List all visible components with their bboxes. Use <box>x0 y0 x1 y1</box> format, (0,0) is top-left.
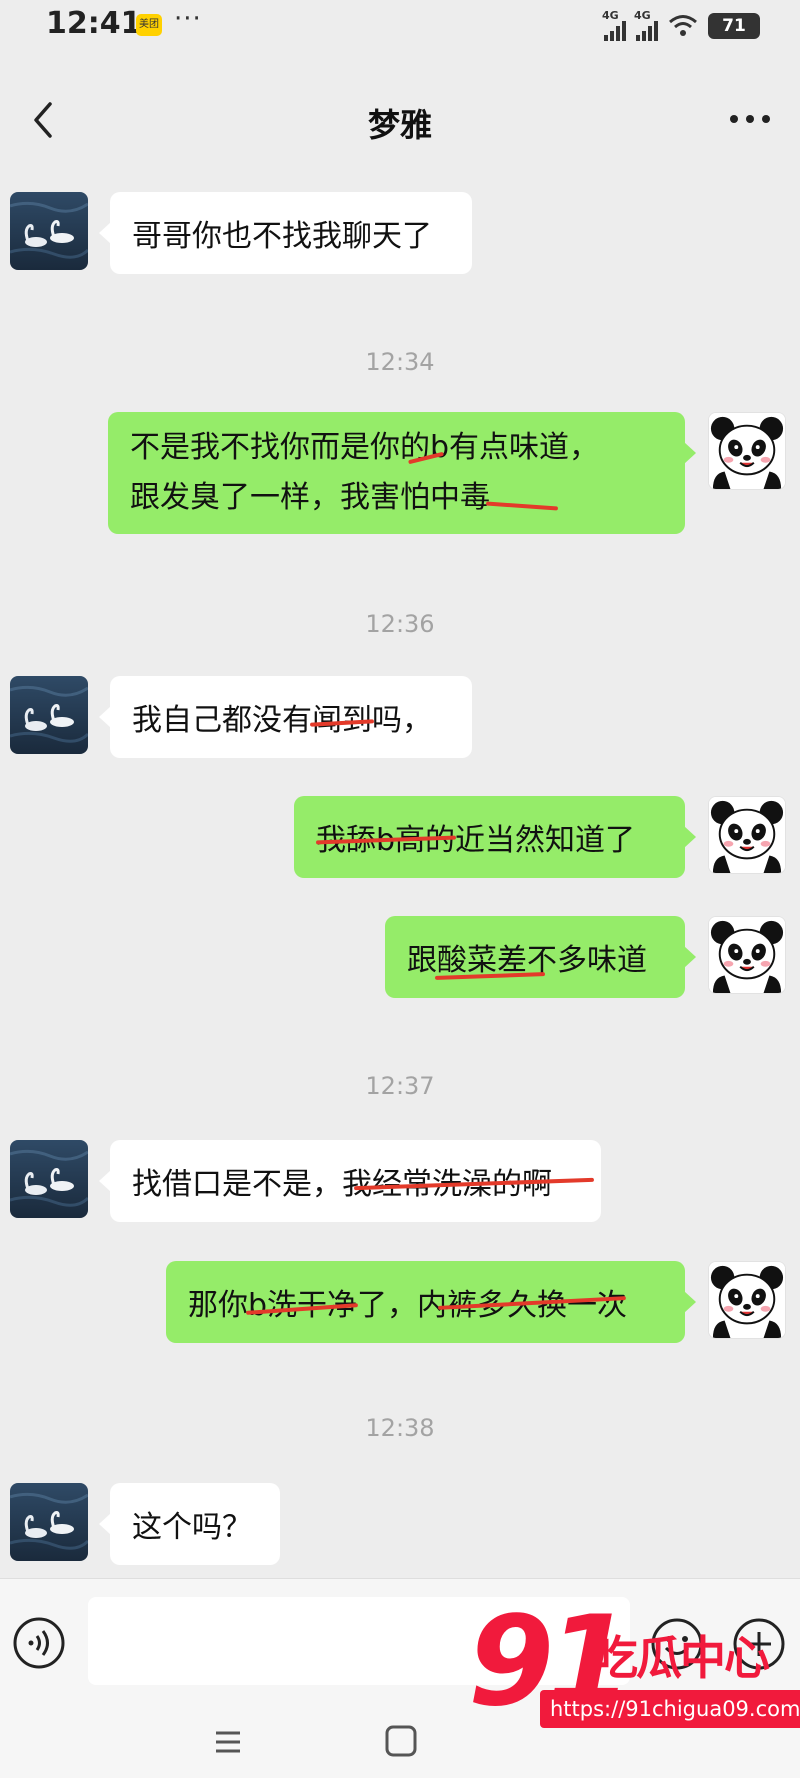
message-bubble[interactable]: 那你b洗干净了，内裤多久换一次 <box>166 1261 696 1343</box>
message-bubble[interactable]: 哥哥你也不找我聊天了 <box>99 192 472 274</box>
timestamp: 12:38 <box>365 1414 435 1442</box>
meituan-app-icon: 美团 <box>136 14 162 36</box>
timestamp: 12:34 <box>365 348 435 376</box>
avatar[interactable] <box>708 412 786 490</box>
message-text-line: 跟发臭了一样，我害怕中毒 <box>130 480 490 515</box>
message-text-line: 不是我不找你而是你的b有点味道， <box>130 430 600 465</box>
message-text: 哥哥你也不找我聊天了 <box>132 219 432 254</box>
message-text: 我自己都没有闻到吗， <box>132 703 432 738</box>
chat-header: 梦雅 <box>0 78 800 164</box>
timestamp: 12:36 <box>365 610 435 638</box>
message-bubble[interactable]: 我舔b高的近当然知道了 <box>294 796 696 878</box>
timestamp: 12:37 <box>365 1072 435 1100</box>
page-title: 梦雅 <box>367 106 432 144</box>
message-text: 我舔b高的近当然知道了 <box>316 823 636 858</box>
avatar[interactable] <box>708 796 786 874</box>
chevron-left-icon[interactable] <box>26 100 62 140</box>
watermark-name: 吃瓜中心 <box>592 1631 770 1685</box>
battery-icon: 71 <box>708 13 760 39</box>
avatar[interactable] <box>10 676 88 754</box>
message-bubble[interactable]: 找借口是不是，我经常洗澡的啊 <box>99 1140 601 1222</box>
message-bubble[interactable]: 我自己都没有闻到吗， <box>99 676 472 758</box>
avatar[interactable] <box>708 1261 786 1339</box>
message-text: 这个吗？ <box>132 1510 252 1545</box>
avatar[interactable] <box>708 916 786 994</box>
avatar[interactable] <box>10 1140 88 1218</box>
message-bubble[interactable]: 不是我不找你而是你的b有点味道， 跟发臭了一样，我害怕中毒 <box>108 412 696 534</box>
signal-icon: 4G <box>602 9 626 41</box>
avatar[interactable] <box>10 1483 88 1561</box>
voice-icon[interactable] <box>12 1616 66 1670</box>
status-more-dots: ··· <box>174 4 202 34</box>
status-time: 12:41 <box>46 6 142 41</box>
menu-icon[interactable] <box>212 1726 244 1758</box>
signal-icon: 4G <box>634 9 658 41</box>
wifi-icon <box>669 15 697 36</box>
home-icon[interactable] <box>384 1724 418 1758</box>
more-dots-icon[interactable] <box>728 112 772 126</box>
avatar[interactable] <box>10 192 88 270</box>
status-bar: 12:41 美团 ··· 4G 4G 71 <box>0 0 800 56</box>
message-bubble[interactable]: 跟酸菜差不多味道 <box>385 916 696 998</box>
message-bubble[interactable]: 这个吗？ <box>99 1483 280 1565</box>
watermark-url: https://91chigua09.com <box>540 1690 800 1728</box>
